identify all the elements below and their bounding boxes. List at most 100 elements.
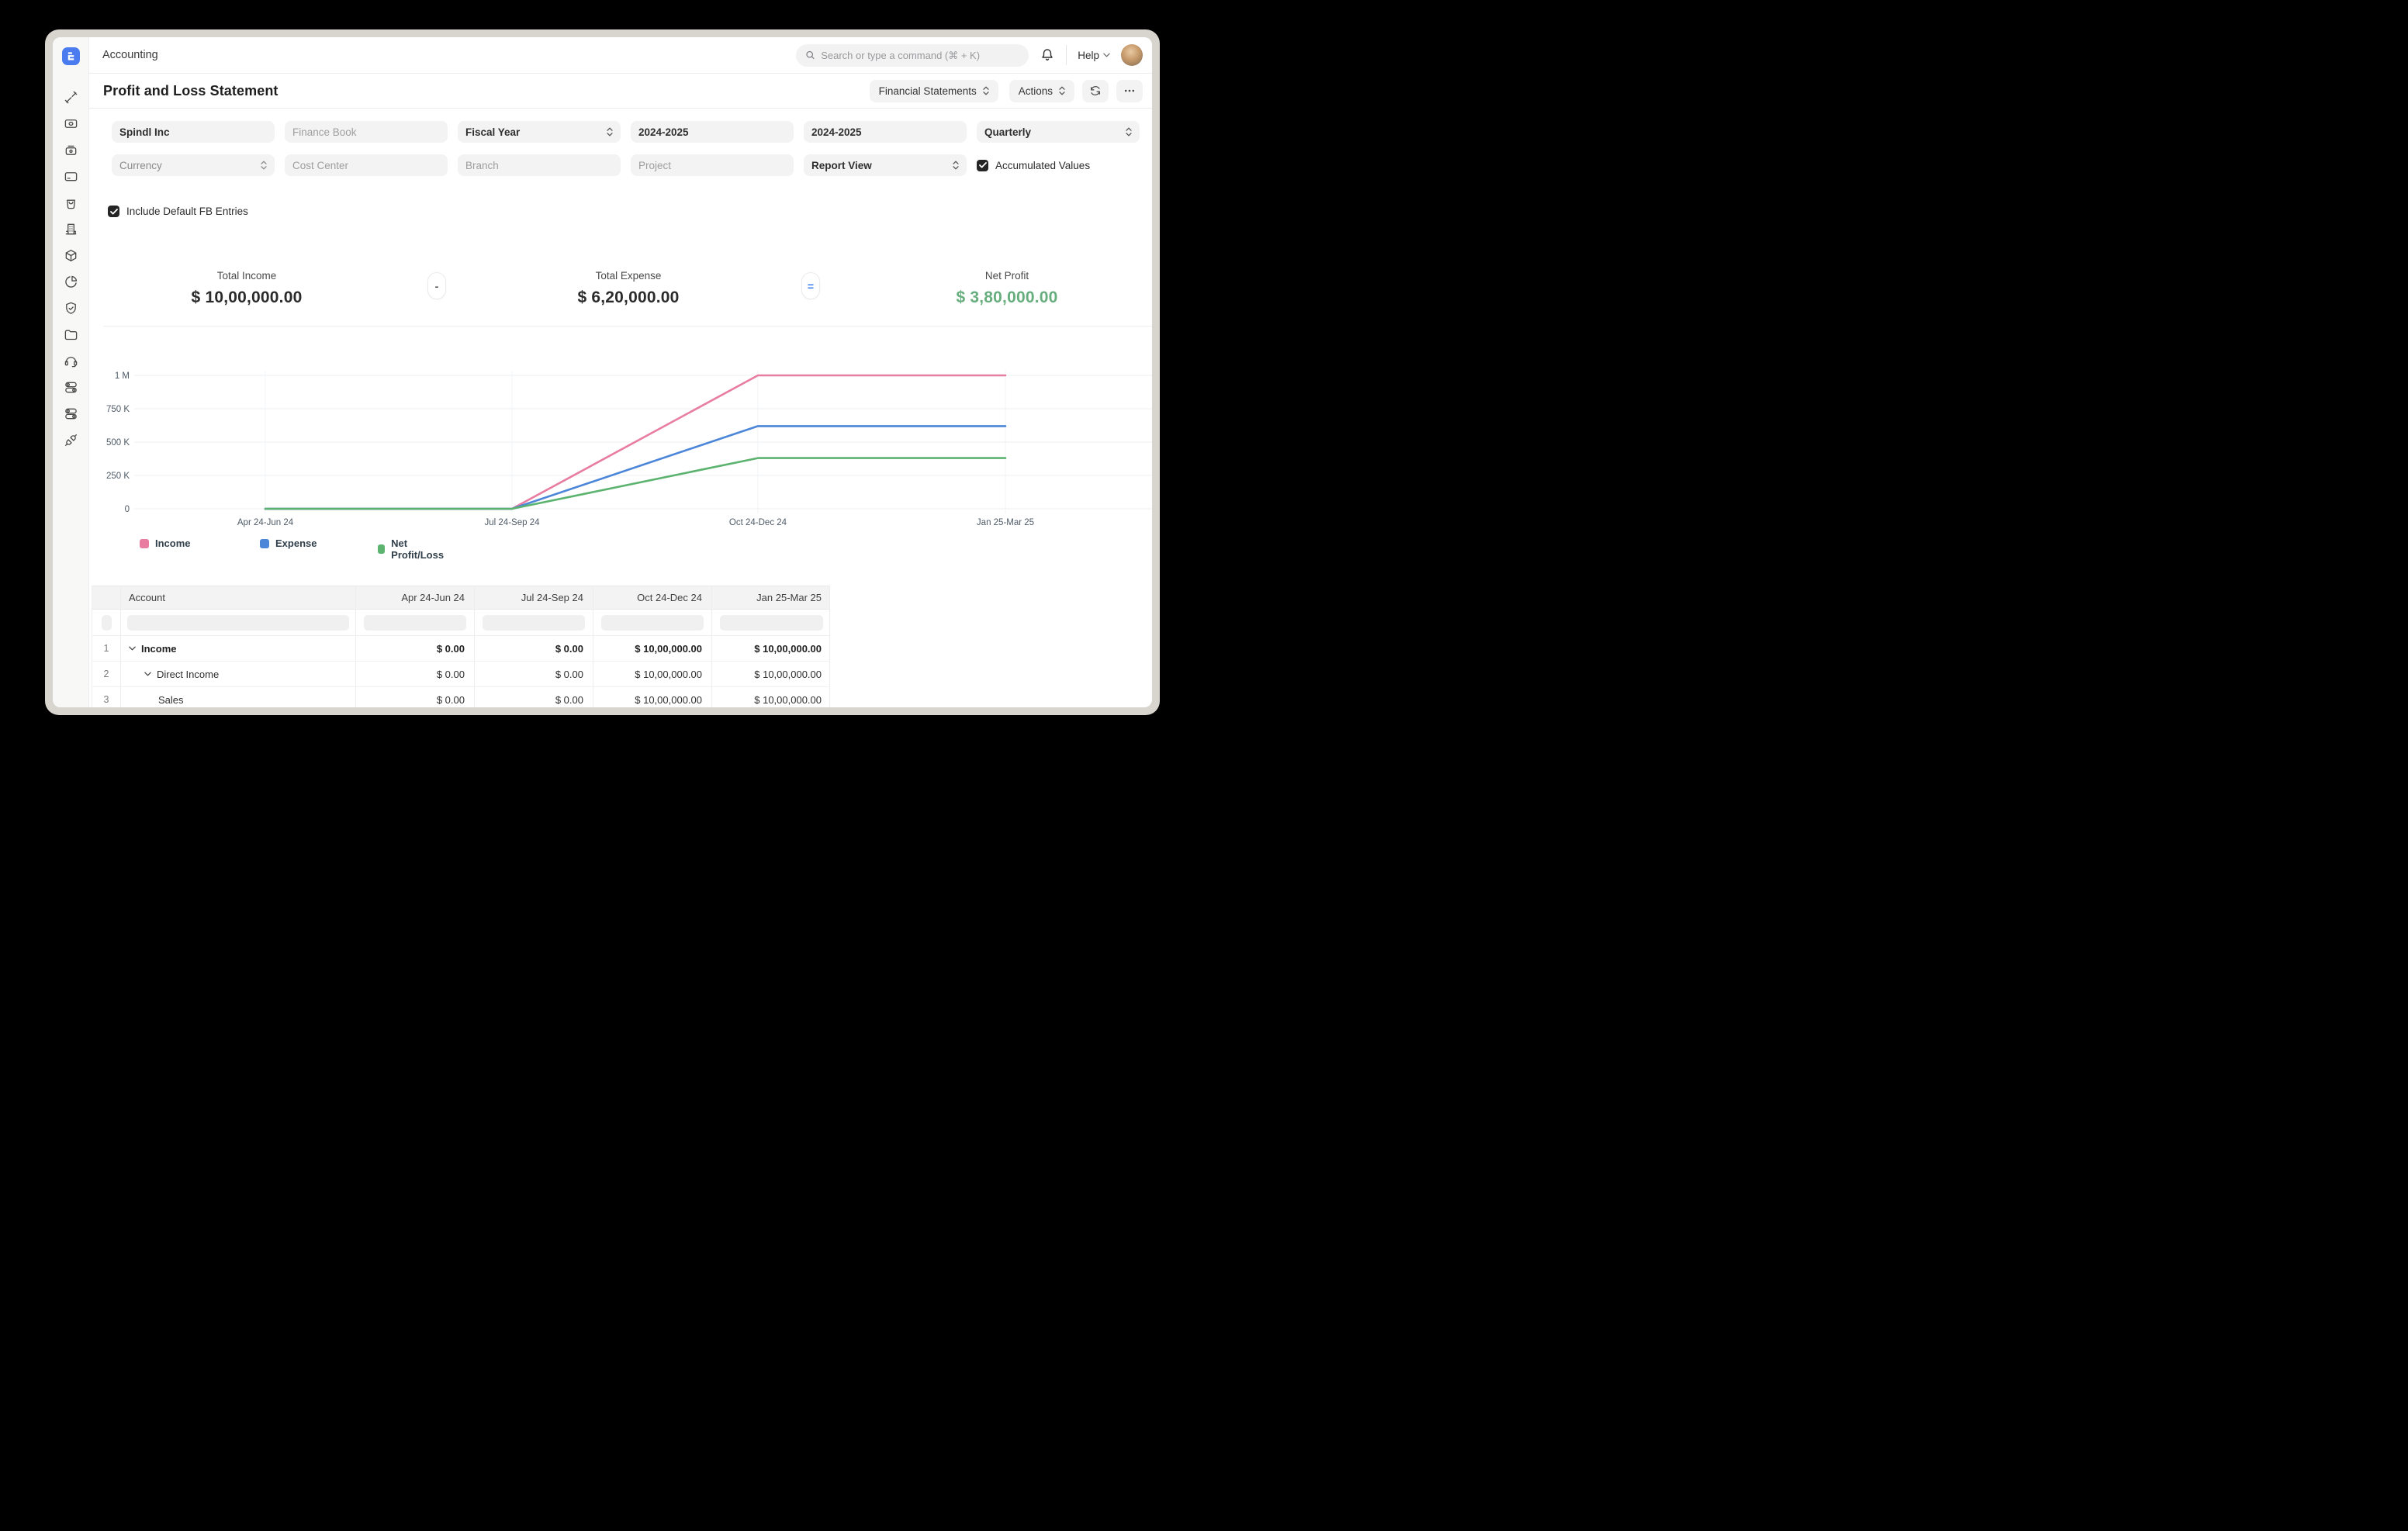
- total-expense-label: Total Expense: [512, 270, 745, 282]
- select-updown-icon: [953, 161, 959, 170]
- total-expense-stat: Total Expense $ 6,20,000.00: [512, 270, 745, 307]
- minus-operator: -: [435, 280, 439, 292]
- cell-value: $ 0.00: [356, 687, 475, 707]
- toggles-icon[interactable]: [63, 379, 78, 395]
- column-filter-input[interactable]: [364, 615, 466, 631]
- finance-book-filter[interactable]: Finance Book: [285, 121, 448, 143]
- global-search[interactable]: [796, 44, 1029, 67]
- periodicity-value: Quarterly: [984, 126, 1031, 138]
- select-updown-icon: [1126, 127, 1132, 137]
- cell-value: $ 0.00: [475, 662, 593, 686]
- legend-swatch: [140, 539, 149, 548]
- cash-icon[interactable]: [63, 116, 78, 131]
- help-menu[interactable]: Help: [1078, 50, 1110, 61]
- column-header-q2: Jul 24-Sep 24: [475, 586, 593, 609]
- pie-chart-icon[interactable]: [63, 274, 78, 289]
- column-filter-input[interactable]: [720, 615, 823, 631]
- column-header-q1: Apr 24-Jun 24: [356, 586, 475, 609]
- cost-center-placeholder: Cost Center: [292, 160, 348, 171]
- filters-row-2: Currency Cost Center Branch Project Repo…: [112, 154, 1140, 176]
- company-filter[interactable]: Spindl Inc: [112, 121, 275, 143]
- cash-register-icon[interactable]: [63, 142, 78, 157]
- expand-chevron-icon[interactable]: [144, 672, 151, 676]
- project-filter[interactable]: Project: [631, 154, 794, 176]
- net-profit-stat: Net Profit $ 3,80,000.00: [891, 270, 1123, 307]
- include-default-fb-checkbox[interactable]: Include Default FB Entries: [108, 206, 248, 217]
- building-icon[interactable]: [63, 221, 78, 237]
- plug-icon[interactable]: [63, 432, 78, 448]
- headset-icon[interactable]: [63, 353, 78, 368]
- net-profit-value: $ 3,80,000.00: [891, 289, 1123, 307]
- toggles-alt-icon[interactable]: [63, 406, 78, 421]
- cell-value: $ 10,00,000.00: [712, 687, 831, 707]
- workspace-title: Accounting: [102, 49, 158, 61]
- main-area: Accounting Help: [89, 37, 1152, 707]
- row-number: 3: [92, 687, 121, 707]
- search-input[interactable]: [821, 50, 1019, 61]
- app-frame: Accounting Help: [53, 37, 1152, 707]
- column-header-q4: Jan 25-Mar 25: [712, 586, 831, 609]
- package-icon[interactable]: [63, 247, 78, 263]
- expand-chevron-icon[interactable]: [129, 646, 136, 651]
- column-filter-input[interactable]: [483, 615, 585, 631]
- credit-card-icon[interactable]: [63, 168, 78, 184]
- minus-operator-pill: -: [427, 272, 446, 299]
- legend-label: Net Profit/Loss: [391, 537, 446, 561]
- refresh-icon: [1089, 85, 1102, 97]
- finance-book-placeholder: Finance Book: [292, 126, 357, 138]
- legend-swatch: [378, 544, 385, 554]
- svg-text:Jul 24-Sep 24: Jul 24-Sep 24: [485, 518, 541, 527]
- svg-text:Apr 24-Jun 24: Apr 24-Jun 24: [237, 518, 294, 527]
- sidebar: [53, 37, 89, 707]
- include-default-fb-label: Include Default FB Entries: [126, 206, 248, 217]
- column-filter-input[interactable]: [601, 615, 704, 631]
- title-row: Profit and Loss Statement Financial Stat…: [89, 74, 1152, 109]
- actions-menu-button[interactable]: Actions: [1009, 80, 1074, 102]
- from-fiscal-year-filter[interactable]: 2024-2025: [631, 121, 794, 143]
- currency-select[interactable]: Currency: [112, 154, 275, 176]
- period-basis-value: Fiscal Year: [465, 126, 520, 138]
- page-toolbar: Financial Statements Actions: [870, 80, 1143, 102]
- table-row[interactable]: 3 Sales $ 0.00 $ 0.00 $ 10,00,000.00 $ 1…: [92, 687, 829, 707]
- table-header-row: Account Apr 24-Jun 24 Jul 24-Sep 24 Oct …: [92, 586, 829, 610]
- report-group-label: Financial Statements: [879, 85, 977, 97]
- column-filter-input[interactable]: [127, 615, 349, 631]
- from-year-value: 2024-2025: [638, 126, 689, 138]
- ellipsis-icon: [1123, 85, 1136, 97]
- to-fiscal-year-filter[interactable]: 2024-2025: [804, 121, 967, 143]
- folder-icon[interactable]: [63, 327, 78, 342]
- legend-label: Income: [155, 537, 191, 549]
- search-icon: [805, 50, 815, 60]
- table-row[interactable]: 2 Direct Income $ 0.00 $ 0.00 $ 10,00,00…: [92, 662, 829, 687]
- cell-value: $ 0.00: [356, 662, 475, 686]
- svg-text:Jan 25-Mar 25: Jan 25-Mar 25: [977, 518, 1034, 527]
- notifications-button[interactable]: [1040, 47, 1055, 63]
- legend-item-income: Income: [140, 537, 191, 549]
- app-logo[interactable]: [62, 47, 80, 65]
- table-row[interactable]: 1 Income $ 0.00 $ 0.00 $ 10,00,000.00 $ …: [92, 636, 829, 662]
- shopping-bag-icon[interactable]: [63, 195, 78, 210]
- cell-value: $ 0.00: [475, 687, 593, 707]
- branch-filter[interactable]: Branch: [458, 154, 621, 176]
- more-options-button[interactable]: [1116, 80, 1143, 102]
- column-header-account: Account: [121, 586, 356, 609]
- report-page: Profit and Loss Statement Financial Stat…: [89, 74, 1152, 707]
- user-avatar[interactable]: [1121, 44, 1143, 66]
- period-basis-select[interactable]: Fiscal Year: [458, 121, 621, 143]
- shield-check-icon[interactable]: [63, 300, 78, 316]
- branch-placeholder: Branch: [465, 160, 499, 171]
- bell-icon: [1040, 47, 1055, 63]
- currency-label: Currency: [119, 160, 162, 171]
- periodicity-select[interactable]: Quarterly: [977, 121, 1140, 143]
- column-filter-input[interactable]: [102, 615, 112, 631]
- tools-icon[interactable]: [63, 89, 78, 105]
- report-view-select[interactable]: Report View: [804, 154, 967, 176]
- account-name: Sales: [158, 694, 184, 706]
- cost-center-filter[interactable]: Cost Center: [285, 154, 448, 176]
- svg-text:250 K: 250 K: [106, 472, 130, 481]
- svg-text:0: 0: [125, 505, 130, 514]
- refresh-button[interactable]: [1082, 80, 1109, 102]
- accumulated-values-checkbox[interactable]: Accumulated Values: [977, 154, 1140, 176]
- legend-item-net-profit: Net Profit/Loss: [378, 537, 446, 561]
- report-group-select[interactable]: Financial Statements: [870, 80, 998, 102]
